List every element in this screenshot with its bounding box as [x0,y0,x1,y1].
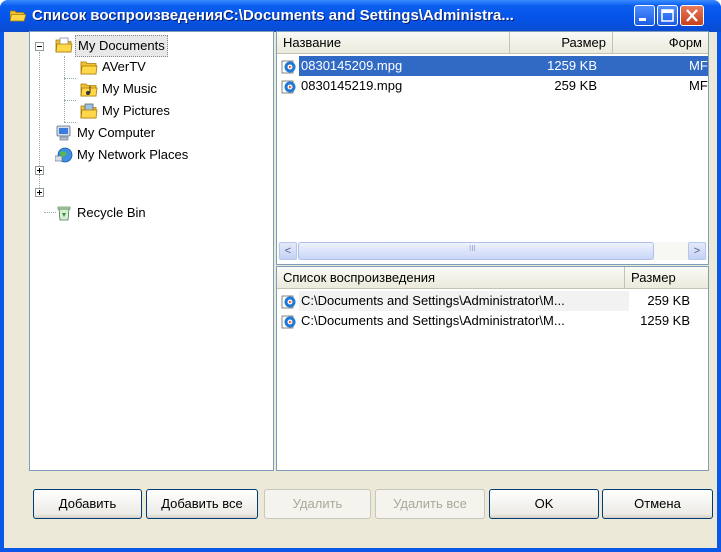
tree-item-label: My Computer [77,125,156,140]
tree-item-label: AVerTV [102,59,146,74]
file-format: MF [689,78,708,93]
collapse-expander-icon[interactable] [35,42,44,51]
add-button[interactable]: Добавить [33,489,142,519]
media-file-icon [281,315,296,329]
playlist-list[interactable]: Список воспроизведения Размер C:\Documen… [276,266,709,471]
column-header-size[interactable]: Размер [625,267,708,288]
playlist-row[interactable]: C:\Documents and Settings\Administrator\… [279,311,708,331]
playlist-path: C:\Documents and Settings\Administrator\… [301,293,565,308]
tree-item-label: My Documents [75,35,168,57]
file-name: 0830145209.mpg [301,58,403,73]
maximize-icon [661,9,674,22]
add-all-button[interactable]: Добавить все [146,489,258,519]
playlist-size: 1259 KB [640,313,690,328]
horizontal-scrollbar[interactable]: < III > [278,242,707,260]
scroll-thumb[interactable]: III [298,242,654,260]
title-bar[interactable]: Список воспроизведенияC:\Documents and S… [0,0,721,32]
column-header-format[interactable]: Форм [613,32,708,53]
file-format: MF [689,58,708,73]
tree-item-label: Recycle Bin [77,205,146,220]
close-button[interactable] [680,5,704,26]
tree-item-label: My Pictures [102,103,170,118]
file-row[interactable]: 0830145209.mpg 1259 KB MF [279,56,708,76]
remove-all-button[interactable]: Удалить все [375,489,485,519]
playlist-window: Список воспроизведения C:\Documents and S… [0,0,721,552]
playlist-header: Список воспроизведения Размер [277,267,708,289]
maximize-button[interactable] [657,5,678,26]
column-header-name[interactable]: Название [277,32,510,53]
expand-expander-icon[interactable] [35,188,44,197]
file-list[interactable]: Название Размер Форм 0830145209.mpg 1259… [276,31,709,265]
scroll-right-button[interactable]: > [688,242,706,260]
folder-open-icon [10,10,26,22]
network-places-icon [55,147,73,163]
file-size: 1259 KB [547,58,597,73]
minimize-button[interactable] [634,5,655,26]
chevron-left-icon: < [284,245,292,257]
recycle-bin-icon [57,206,71,221]
media-file-icon [281,295,296,309]
close-icon [686,9,698,22]
file-row[interactable]: 0830145219.mpg 259 KB MF [279,76,708,96]
remove-button[interactable]: Удалить [264,489,371,519]
computer-icon [56,125,71,141]
playlist-path: C:\Documents and Settings\Administrator\… [301,313,565,328]
column-header-playlist[interactable]: Список воспроизведения [277,267,625,288]
cancel-button[interactable]: Отмена [602,489,713,519]
media-file-icon [281,80,296,94]
window-title: Список воспроизведенияC:\Documents and S… [32,7,514,24]
folder-tree[interactable]: My Documents AVerTV My Music My Pictures… [29,31,274,471]
minimize-icon [639,18,646,21]
scroll-grip-icon: III [469,244,476,253]
tree-item-label: My Music [102,81,157,96]
expand-expander-icon[interactable] [35,166,44,175]
chevron-right-icon: > [693,245,701,257]
file-list-header: Название Размер Форм [277,32,708,54]
column-header-size[interactable]: Размер [510,32,613,53]
media-file-icon [281,60,296,74]
file-name: 0830145219.mpg [301,78,403,93]
music-folder-icon [80,83,98,97]
pictures-folder-icon [80,103,98,119]
playlist-row[interactable]: C:\Documents and Settings\Administrator\… [279,291,708,311]
scroll-left-button[interactable]: < [279,242,297,260]
tree-item-label: My Network Places [77,147,189,162]
documents-folder-icon [55,37,73,53]
file-size: 259 KB [554,78,597,93]
folder-icon [80,61,98,75]
playlist-size: 259 KB [647,293,690,308]
ok-button[interactable]: OK [489,489,599,519]
